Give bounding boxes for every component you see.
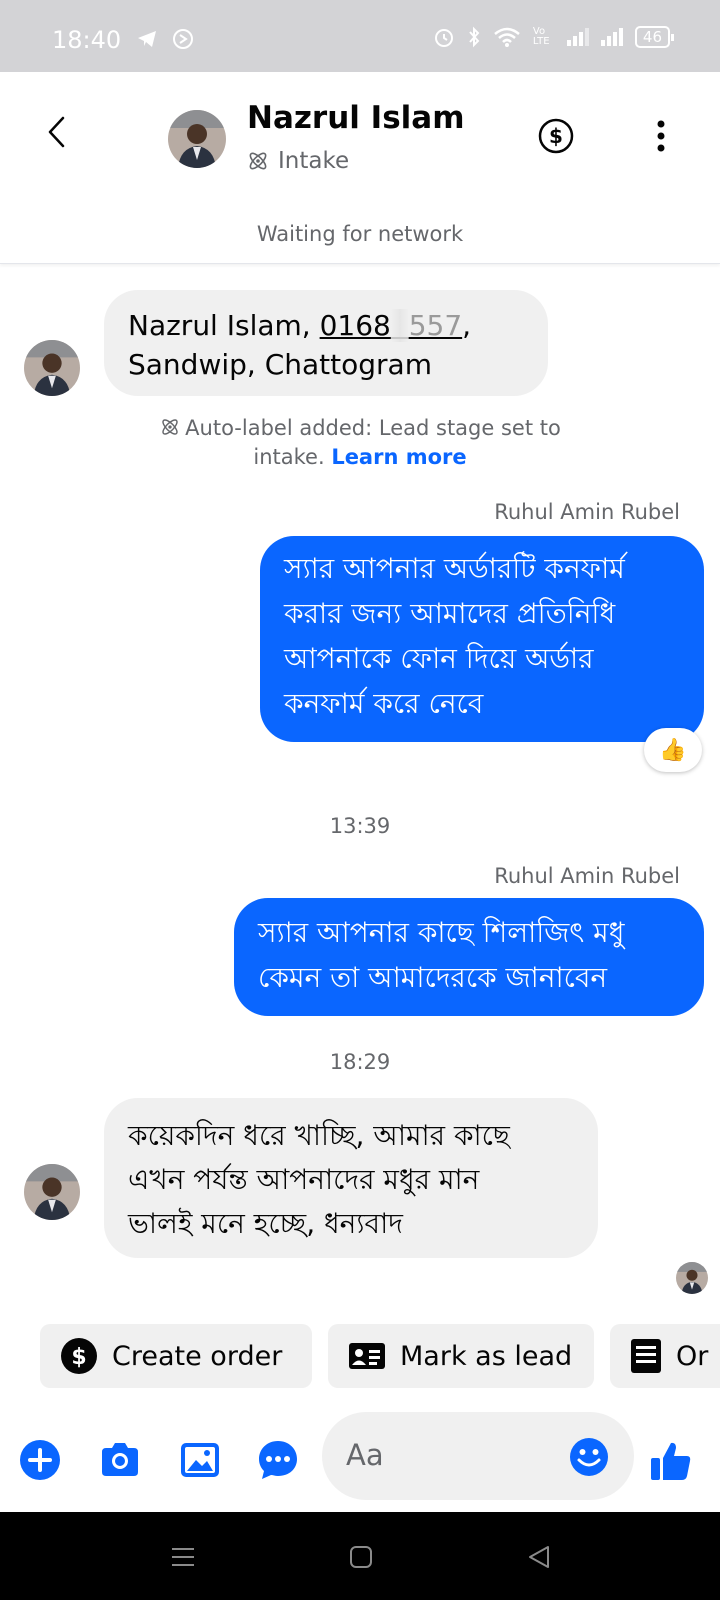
create-order-label: Create order xyxy=(112,1340,283,1372)
network-banner: Waiting for network xyxy=(0,192,720,264)
more-options-button[interactable] xyxy=(643,116,679,156)
battery-icon: 46 xyxy=(634,26,675,48)
contact-avatar[interactable] xyxy=(168,110,226,168)
back-nav-icon[interactable] xyxy=(524,1542,554,1572)
phone-visible-end: 557 xyxy=(408,309,463,342)
atom-icon xyxy=(249,152,267,170)
sender-avatar[interactable] xyxy=(24,1164,80,1220)
message-line: Sandwip, Chattogram xyxy=(128,348,432,381)
gallery-icon[interactable] xyxy=(178,1438,222,1482)
lead-stage-label: Intake xyxy=(278,148,350,174)
learn-more-link[interactable]: Learn more xyxy=(331,445,466,469)
message-line: কনফার্ম করে নেবে xyxy=(284,687,484,720)
outgoing-message-bubble[interactable]: স্যার আপনার অর্ডারটি কনফার্ম করার জন্য আ… xyxy=(260,536,704,742)
incoming-message-bubble[interactable]: কয়েকদিন ধরে খাচ্ছি, আমার কাছে এখন পর্যন… xyxy=(104,1098,598,1258)
reaction-badge[interactable]: 👍 xyxy=(644,728,702,772)
message-line: Nazrul Islam, 0168 557, xyxy=(128,306,524,345)
add-icon[interactable] xyxy=(18,1438,62,1482)
emoji-icon[interactable] xyxy=(568,1436,610,1478)
sender-avatar[interactable] xyxy=(24,340,80,396)
message-line: স্যার আপনার কাছে শিলাজিৎ মধু xyxy=(258,916,625,949)
orders-list-icon xyxy=(630,1338,662,1374)
outgoing-message-bubble[interactable]: স্যার আপনার কাছে শিলাজিৎ মধু কেমন তা আমা… xyxy=(234,898,704,1016)
sender-name: Ruhul Amin Rubel xyxy=(494,500,680,524)
incoming-message-bubble[interactable]: Nazrul Islam, 0168 557, Sandwip, Chattog… xyxy=(104,290,548,396)
orders-button[interactable]: Or xyxy=(610,1324,720,1388)
status-right: Vo LTE 46 xyxy=(433,26,675,48)
message-text: Nazrul Islam, xyxy=(128,309,320,342)
create-order-button[interactable]: $ Create order xyxy=(40,1324,312,1388)
message-line: ভালই মনে হচ্ছে, ধন্যবাদ xyxy=(128,1207,403,1240)
message-line: আপনাকে ফোন দিয়ে অর্ডার xyxy=(284,642,594,675)
wifi-icon xyxy=(494,27,520,47)
camera-icon[interactable] xyxy=(98,1438,142,1482)
thumbs-up-reaction-icon: 👍 xyxy=(659,737,687,763)
message-composer: Aa xyxy=(0,1408,720,1516)
lead-stage[interactable]: Intake xyxy=(246,148,349,174)
atom-icon xyxy=(162,419,178,435)
seen-avatar xyxy=(676,1262,708,1294)
system-note: Auto-label added: Lead stage set to inta… xyxy=(150,414,570,472)
dollar-circle-icon: $ xyxy=(60,1337,98,1375)
orders-label: Or xyxy=(676,1340,709,1372)
phone-visible-start: 0168 xyxy=(319,309,391,342)
sync-icon xyxy=(173,29,193,49)
message-line: কয়েকদিন ধরে খাচ্ছি, আমার কাছে xyxy=(128,1119,510,1152)
back-button[interactable] xyxy=(36,110,80,154)
timestamp: 13:39 xyxy=(329,814,391,838)
android-nav-bar xyxy=(0,1512,720,1600)
message-input-placeholder: Aa xyxy=(346,1438,384,1472)
payment-button[interactable]: $ xyxy=(536,116,576,156)
mark-as-lead-button[interactable]: Mark as lead xyxy=(328,1324,594,1388)
message-line: এখন পর্যন্ত আপনাদের মধুর মান xyxy=(128,1163,480,1196)
chat-bubble-icon[interactable] xyxy=(256,1438,300,1482)
sender-name: Ruhul Amin Rubel xyxy=(494,864,680,888)
contact-name[interactable]: Nazrul Islam xyxy=(247,100,465,136)
message-text: , xyxy=(462,309,472,342)
like-button-icon[interactable] xyxy=(648,1438,694,1484)
signal-1-icon xyxy=(566,28,589,46)
timestamp: 18:29 xyxy=(329,1050,391,1074)
status-time: 18:40 xyxy=(52,26,122,54)
message-line: করার জন্য আমাদের প্রতিনিধি xyxy=(284,597,616,630)
telegram-icon xyxy=(138,31,156,47)
phone-blurred xyxy=(390,309,409,342)
status-left-icons xyxy=(136,28,194,50)
menu-nav-icon[interactable] xyxy=(168,1542,198,1572)
home-nav-icon[interactable] xyxy=(346,1542,376,1572)
chat-header: Nazrul Islam Intake $ xyxy=(0,72,720,192)
alarm-icon xyxy=(434,29,453,47)
status-bar: 18:40 Vo LTE 46 xyxy=(0,0,720,72)
signal-2-icon xyxy=(600,28,623,46)
message-input[interactable]: Aa xyxy=(322,1412,634,1500)
contact-card-icon xyxy=(348,1341,386,1371)
mark-as-lead-label: Mark as lead xyxy=(400,1340,573,1372)
volte-indicator: Vo LTE xyxy=(532,26,550,47)
message-line: স্যার আপনার অর্ডারটি কনফার্ম xyxy=(284,552,625,585)
quick-actions-bar: $ Create order Mark as lead Or xyxy=(40,1324,720,1388)
svg-text:$: $ xyxy=(549,124,563,148)
svg-text:$: $ xyxy=(71,1345,86,1370)
bluetooth-icon xyxy=(469,26,480,48)
phone-link[interactable]: 0168 557 xyxy=(319,309,463,342)
network-status-text: Waiting for network xyxy=(256,222,464,246)
message-line: কেমন তা আমাদেরকে জানাবেন xyxy=(258,961,608,994)
